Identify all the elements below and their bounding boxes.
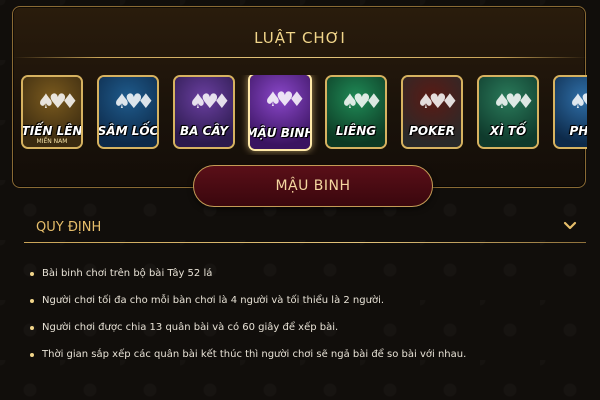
game-tile-label: XÌ TỐ: [489, 124, 527, 138]
selected-game-tab[interactable]: MẬU BINH: [193, 165, 433, 207]
rule-item: Thời gian sắp xếp các quân bài kết thúc …: [30, 349, 570, 361]
rule-item: Người chơi được chia 13 quân bài và có 6…: [30, 322, 570, 334]
title-divider: [13, 57, 587, 58]
game-tile[interactable]: ♠♥♦ TIẾN LÊN MIỀN NAM: [21, 75, 83, 149]
game-tile-label: BA CÂY: [179, 124, 229, 138]
game-tile-label: MẬU BINH: [248, 126, 312, 140]
section-title: QUY ĐỊNH: [36, 220, 102, 235]
game-tile-label: LIÊNG: [335, 124, 377, 138]
section-divider: [24, 242, 586, 243]
playing-cards-icon: ♠♥♦: [417, 89, 459, 113]
game-tile-label: PHỎ: [569, 124, 587, 138]
game-tile[interactable]: ♠♥♦ MẬU BINH: [248, 75, 312, 151]
rules-list: Bài binh chơi trên bộ bài Tây 52 lá Người…: [30, 268, 570, 376]
playing-cards-icon: ♠♥♦: [189, 89, 231, 113]
playing-cards-icon: ♠♥♦: [113, 89, 155, 113]
game-tile-label: POKER: [409, 124, 455, 138]
playing-cards-icon: ♠♥♦: [264, 87, 306, 111]
rules-panel: LUẬT CHƠI ♠♥♦ TIẾN LÊN MIỀN NAM ♠♥♦ SÂM LỐC ♠…: [12, 6, 587, 188]
game-tile[interactable]: ♠♥♦ SÂM LỐC: [97, 75, 159, 149]
playing-cards-icon: ♠♥♦: [569, 89, 587, 113]
game-tile[interactable]: ♠♥♦ XÌ TỐ: [477, 75, 539, 149]
rule-item: Người chơi tối đa cho mỗi bàn chơi là 4 …: [30, 295, 570, 307]
rule-item: Bài binh chơi trên bộ bài Tây 52 lá: [30, 268, 570, 280]
game-tile-label: SÂM LỐC: [97, 124, 159, 138]
game-tile[interactable]: ♠♥♦ LIÊNG: [325, 75, 387, 149]
section-header[interactable]: QUY ĐỊNH: [24, 216, 586, 243]
chevron-down-icon[interactable]: [562, 218, 578, 234]
panel-title: LUẬT CHƠI: [254, 29, 346, 47]
game-selector: ♠♥♦ TIẾN LÊN MIỀN NAM ♠♥♦ SÂM LỐC ♠♥♦ BA CÂY ♠♥…: [21, 75, 587, 155]
playing-cards-icon: ♠♥♦: [493, 89, 535, 113]
game-tile[interactable]: ♠♥♦ POKER: [401, 75, 463, 149]
game-tile-label: TIẾN LÊN: [21, 124, 83, 138]
game-tile-sublabel: MIỀN NAM: [36, 138, 68, 145]
game-tile[interactable]: ♠♥♦ PHỎ: [553, 75, 587, 149]
playing-cards-icon: ♠♥♦: [341, 89, 383, 113]
playing-cards-icon: ♠♥♦: [37, 89, 79, 113]
game-tile[interactable]: ♠♥♦ BA CÂY: [173, 75, 235, 149]
